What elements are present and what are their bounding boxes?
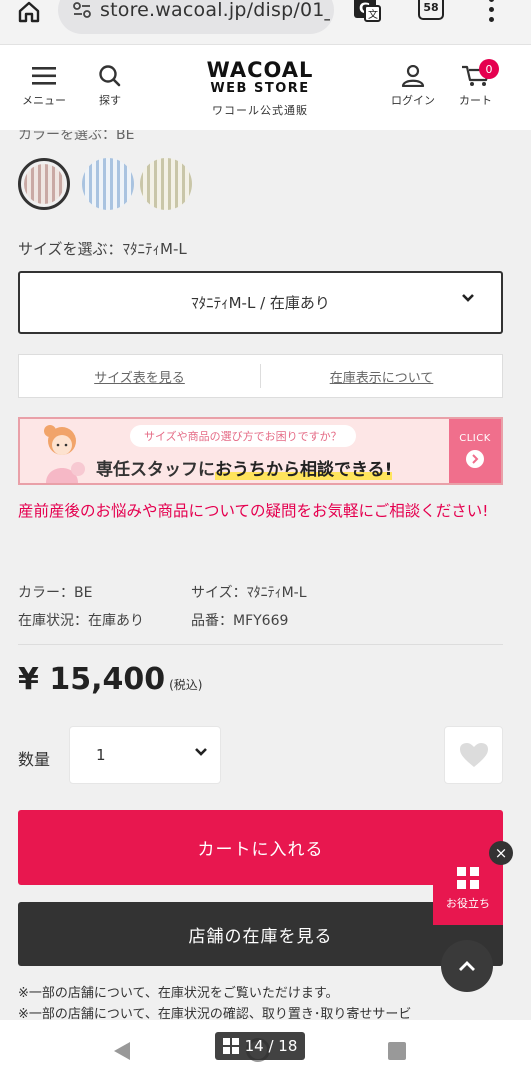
- page-counter-text: 14 / 18: [244, 1037, 298, 1055]
- cart-label: カート: [459, 94, 492, 107]
- consultation-banner[interactable]: サイズや商品の選び方でお困りですか？ 専任スタッフにおうちから相談できる! CL…: [18, 417, 503, 485]
- banner-message: 専任スタッフにおうちから相談できる!: [96, 455, 393, 480]
- stock-info-link[interactable]: 在庫表示について: [261, 367, 502, 386]
- color-selected-label: カラーを選ぶ：BE: [18, 130, 135, 143]
- consult-link-text[interactable]: 産前産後のお悩みや商品についての疑問をお気軽にご相談ください!: [18, 499, 508, 523]
- helpful-tools-button[interactable]: お役立ち: [433, 853, 503, 925]
- translate-icon[interactable]: G文: [352, 0, 382, 24]
- size-dropdown[interactable]: ﾏﾀﾆﾃｨM-L / 在庫あり: [18, 271, 503, 334]
- click-label: CLICK: [459, 433, 491, 444]
- size-chart-link[interactable]: サイズ表を見る: [19, 367, 260, 386]
- chevron-down-icon: [462, 294, 474, 302]
- color-swatch-be[interactable]: [18, 158, 70, 210]
- spec-stock: 在庫状況：在庫あり: [18, 613, 144, 629]
- chevron-down-icon: [195, 748, 207, 756]
- size-links-row: サイズ表を見る 在庫表示について: [18, 354, 503, 398]
- more-menu-icon[interactable]: [484, 0, 498, 24]
- store-stock-button[interactable]: 店舗の在庫を見る: [18, 902, 503, 966]
- color-swatch-3[interactable]: [140, 158, 192, 210]
- site-settings-icon[interactable]: [72, 0, 92, 20]
- address-bar[interactable]: store.wacoal.jp/disp/01_I: [58, 0, 334, 34]
- home-icon[interactable]: [14, 0, 44, 24]
- cart-count-badge: 0: [479, 59, 499, 79]
- favorite-button[interactable]: [444, 726, 503, 784]
- browser-toolbar: store.wacoal.jp/disp/01_I G文 58: [0, 0, 531, 44]
- helpful-label: お役立ち: [446, 897, 490, 910]
- swatch-stripes: [140, 158, 192, 210]
- chevron-up-icon: [459, 961, 475, 971]
- quantity-label: 数量: [18, 750, 51, 769]
- menu-button[interactable]: メニュー: [22, 65, 66, 108]
- recent-apps-icon[interactable]: [388, 1042, 406, 1060]
- search-label: 探す: [99, 94, 121, 107]
- banner-click-button[interactable]: CLICK: [449, 419, 501, 483]
- grid-icon: [457, 867, 479, 889]
- color-swatch-2[interactable]: [82, 158, 134, 210]
- heart-icon: [459, 743, 488, 767]
- page-counter: 14 / 18: [215, 1032, 305, 1060]
- staff-illustration-icon: [44, 425, 85, 483]
- search-button[interactable]: 探す: [97, 65, 123, 108]
- chevron-right-icon: [466, 450, 484, 468]
- close-helpful-button[interactable]: ×: [489, 841, 513, 865]
- spec-color: カラー：BE: [18, 585, 93, 601]
- quantity-value: 1: [96, 746, 106, 764]
- hamburger-icon: [32, 67, 56, 85]
- svg-text:文: 文: [368, 8, 378, 21]
- section-divider: [18, 644, 503, 645]
- swatch-stripes: [24, 164, 64, 204]
- gallery-grid-icon: [222, 1038, 239, 1054]
- price-value: ¥ 15,400: [18, 662, 166, 697]
- scroll-to-top-button[interactable]: [441, 940, 493, 992]
- tax-label: (税込): [169, 678, 203, 692]
- menu-label: メニュー: [22, 94, 66, 107]
- size-selected-label: サイズを選ぶ：ﾏﾀﾆﾃｨM-L: [18, 240, 187, 258]
- store-note-1: ※一部の店舗について、在庫状況をご覧いただけます。: [18, 986, 339, 1001]
- tab-switcher-button[interactable]: 58: [418, 0, 444, 20]
- logo-wacoal: WACOAL: [206, 58, 314, 82]
- spec-size: サイズ：ﾏﾀﾆﾃｨM-L: [191, 585, 307, 601]
- wacoal-logo[interactable]: WACOAL WEB STORE ワコール公式通販: [190, 59, 330, 118]
- logo-subtitle: ワコール公式通販: [212, 104, 308, 117]
- store-note-2: ※一部の店舗について、在庫状況の確認、取り置き･取り寄せサービ: [18, 1007, 412, 1020]
- banner-question: サイズや商品の選び方でお困りですか？: [130, 425, 356, 447]
- banner-message-lead: 専任スタッフに: [96, 460, 215, 480]
- url-text: store.wacoal.jp/disp/01_I: [100, 0, 330, 21]
- back-icon[interactable]: [112, 1040, 132, 1062]
- banner-message-highlight: おうちから相談できる!: [215, 460, 393, 480]
- cart-button[interactable]: 0 カート: [459, 59, 499, 108]
- logo-web-store: WEB STORE: [210, 81, 310, 96]
- quantity-dropdown[interactable]: 1: [69, 726, 221, 784]
- add-to-cart-button[interactable]: カートに入れる: [18, 810, 503, 885]
- site-header: メニュー 探す WACOAL WEB STORE ワコール公式通販 ログイン 0…: [0, 44, 531, 130]
- search-icon: [99, 65, 121, 87]
- user-icon: [401, 65, 425, 87]
- spec-product-code: 品番：MFY669: [191, 613, 289, 629]
- price: ¥ 15,400 (税込): [18, 662, 202, 697]
- size-dropdown-value: ﾏﾀﾆﾃｨM-L / 在庫あり: [191, 294, 330, 312]
- swatch-stripes: [82, 158, 134, 210]
- login-label: ログイン: [391, 94, 435, 107]
- login-button[interactable]: ログイン: [391, 65, 435, 108]
